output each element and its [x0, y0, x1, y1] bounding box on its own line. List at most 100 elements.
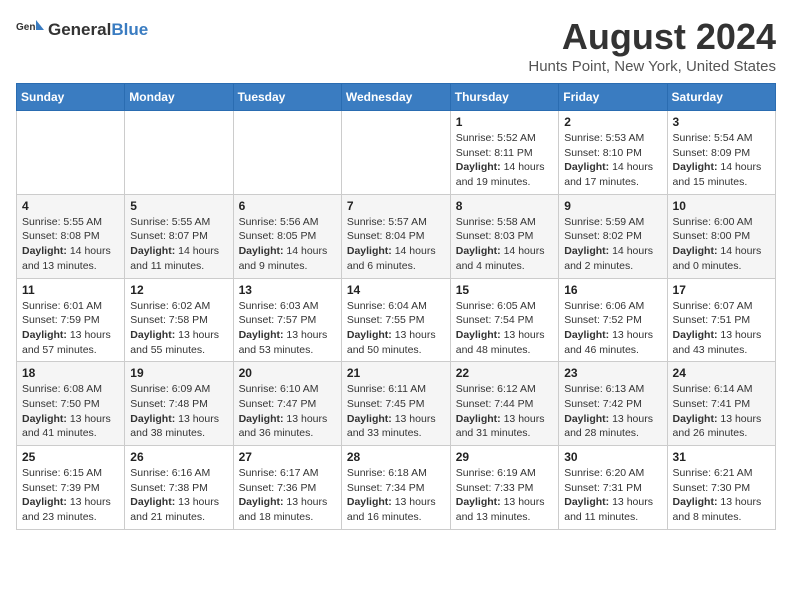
calendar-table: SundayMondayTuesdayWednesdayThursdayFrid…	[16, 83, 776, 530]
cell-info: Sunrise: 6:00 AMSunset: 8:00 PMDaylight:…	[673, 215, 770, 274]
calendar-cell: 29 Sunrise: 6:19 AMSunset: 7:33 PMDayligh…	[450, 446, 559, 530]
calendar-cell: 7Sunrise: 5:57 AMSunset: 8:04 PMDaylight…	[341, 194, 450, 278]
page-header: Gene GeneralBlue August 2024 Hunts Point…	[16, 16, 776, 75]
cell-info: Sunrise: 6:01 AMSunset: 7:59 PMDaylight:…	[22, 299, 119, 358]
day-number: 22	[456, 366, 554, 380]
day-number: 23	[564, 366, 661, 380]
day-number: 24	[673, 366, 770, 380]
cell-info: Sunrise: 6:13 AMSunset: 7:42 PMDaylight:…	[564, 382, 661, 441]
day-number: 11	[22, 283, 119, 297]
day-number: 21	[347, 366, 445, 380]
day-number: 6	[239, 199, 336, 213]
cell-info: Sunrise: 6:02 AMSunset: 7:58 PMDaylight:…	[130, 299, 227, 358]
calendar-cell: 30Sunrise: 6:20 AMSunset: 7:31 PMDayligh…	[559, 446, 667, 530]
weekday-header-cell: Thursday	[450, 84, 559, 111]
calendar-cell: 1Sunrise: 5:52 AMSunset: 8:11 PMDaylight…	[450, 111, 559, 195]
day-number: 19	[130, 366, 227, 380]
calendar-cell: 27 Sunrise: 6:17 AMSunset: 7:36 PMDayligh…	[233, 446, 341, 530]
day-number: 14	[347, 283, 445, 297]
day-number: 12	[130, 283, 227, 297]
calendar-cell	[125, 111, 233, 195]
cell-info: Sunrise: 6:12 AMSunset: 7:44 PMDaylight:…	[456, 382, 554, 441]
calendar-cell: 31 Sunrise: 6:21 AMSunset: 7:30 PMDayligh…	[667, 446, 775, 530]
weekday-header-cell: Saturday	[667, 84, 775, 111]
calendar-cell	[233, 111, 341, 195]
day-number: 18	[22, 366, 119, 380]
cell-info: Sunrise: 6:10 AMSunset: 7:47 PMDaylight:…	[239, 382, 336, 441]
calendar-cell: 21 Sunrise: 6:11 AMSunset: 7:45 PMDayligh…	[341, 362, 450, 446]
calendar-cell: 4Sunrise: 5:55 AMSunset: 8:08 PMDaylight…	[17, 194, 125, 278]
calendar-cell: 5Sunrise: 5:55 AMSunset: 8:07 PMDaylight…	[125, 194, 233, 278]
cell-info: Sunrise: 6:03 AMSunset: 7:57 PMDaylight:…	[239, 299, 336, 358]
day-number: 10	[673, 199, 770, 213]
cell-info: Sunrise: 6:19 AMSunset: 7:33 PMDaylight:…	[456, 466, 554, 525]
calendar-week-row: 25 Sunrise: 6:15 AMSunset: 7:39 PMDayligh…	[17, 446, 776, 530]
calendar-week-row: 1Sunrise: 5:52 AMSunset: 8:11 PMDaylight…	[17, 111, 776, 195]
weekday-header-cell: Friday	[559, 84, 667, 111]
day-number: 16	[564, 283, 661, 297]
day-number: 28	[347, 450, 445, 464]
day-number: 31	[673, 450, 770, 464]
calendar-cell: 9 Sunrise: 5:59 AMSunset: 8:02 PMDaylight…	[559, 194, 667, 278]
weekday-header-cell: Wednesday	[341, 84, 450, 111]
calendar-cell: 12 Sunrise: 6:02 AMSunset: 7:58 PMDayligh…	[125, 278, 233, 362]
calendar-week-row: 18 Sunrise: 6:08 AMSunset: 7:50 PMDayligh…	[17, 362, 776, 446]
cell-info: Sunrise: 6:21 AMSunset: 7:30 PMDaylight:…	[673, 466, 770, 525]
day-number: 25	[22, 450, 119, 464]
cell-info: Sunrise: 6:06 AMSunset: 7:52 PMDaylight:…	[564, 299, 661, 358]
day-number: 30	[564, 450, 661, 464]
day-number: 26	[130, 450, 227, 464]
cell-info: Sunrise: 6:14 AMSunset: 7:41 PMDaylight:…	[673, 382, 770, 441]
day-number: 17	[673, 283, 770, 297]
weekday-header-cell: Tuesday	[233, 84, 341, 111]
calendar-cell: 24 Sunrise: 6:14 AMSunset: 7:41 PMDayligh…	[667, 362, 775, 446]
calendar-cell	[17, 111, 125, 195]
calendar-cell: 26Sunrise: 6:16 AMSunset: 7:38 PMDayligh…	[125, 446, 233, 530]
weekday-header-cell: Sunday	[17, 84, 125, 111]
cell-info: Sunrise: 5:58 AMSunset: 8:03 PMDaylight:…	[456, 215, 554, 274]
calendar-cell: 11 Sunrise: 6:01 AMSunset: 7:59 PMDayligh…	[17, 278, 125, 362]
day-number: 13	[239, 283, 336, 297]
title-block: August 2024 Hunts Point, New York, Unite…	[528, 16, 776, 75]
calendar-week-row: 4Sunrise: 5:55 AMSunset: 8:08 PMDaylight…	[17, 194, 776, 278]
day-number: 8	[456, 199, 554, 213]
calendar-cell: 17 Sunrise: 6:07 AMSunset: 7:51 PMDayligh…	[667, 278, 775, 362]
calendar-cell: 14 Sunrise: 6:04 AMSunset: 7:55 PMDayligh…	[341, 278, 450, 362]
calendar-cell: 18 Sunrise: 6:08 AMSunset: 7:50 PMDayligh…	[17, 362, 125, 446]
location-title: Hunts Point, New York, United States	[528, 58, 776, 75]
day-number: 15	[456, 283, 554, 297]
cell-info: Sunrise: 5:55 AMSunset: 8:08 PMDaylight:…	[22, 215, 119, 274]
cell-info: Sunrise: 6:17 AMSunset: 7:36 PMDaylight:…	[239, 466, 336, 525]
day-number: 27	[239, 450, 336, 464]
day-number: 9	[564, 199, 661, 213]
cell-info: Sunrise: 6:15 AMSunset: 7:39 PMDaylight:…	[22, 466, 119, 525]
cell-info: Sunrise: 6:07 AMSunset: 7:51 PMDaylight:…	[673, 299, 770, 358]
cell-info: Sunrise: 5:59 AMSunset: 8:02 PMDaylight:…	[564, 215, 661, 274]
calendar-cell: 25 Sunrise: 6:15 AMSunset: 7:39 PMDayligh…	[17, 446, 125, 530]
calendar-cell: 13 Sunrise: 6:03 AMSunset: 7:57 PMDayligh…	[233, 278, 341, 362]
logo-general: GeneralBlue	[48, 20, 148, 40]
weekday-header-cell: Monday	[125, 84, 233, 111]
calendar-week-row: 11 Sunrise: 6:01 AMSunset: 7:59 PMDayligh…	[17, 278, 776, 362]
cell-info: Sunrise: 6:04 AMSunset: 7:55 PMDaylight:…	[347, 299, 445, 358]
cell-info: Sunrise: 5:57 AMSunset: 8:04 PMDaylight:…	[347, 215, 445, 274]
calendar-cell: 23 Sunrise: 6:13 AMSunset: 7:42 PMDayligh…	[559, 362, 667, 446]
day-number: 5	[130, 199, 227, 213]
calendar-cell: 8 Sunrise: 5:58 AMSunset: 8:03 PMDaylight…	[450, 194, 559, 278]
day-number: 2	[564, 115, 661, 129]
logo: Gene GeneralBlue	[16, 16, 148, 44]
calendar-cell: 19Sunrise: 6:09 AMSunset: 7:48 PMDayligh…	[125, 362, 233, 446]
calendar-cell: 6 Sunrise: 5:56 AMSunset: 8:05 PMDaylight…	[233, 194, 341, 278]
calendar-cell: 15Sunrise: 6:05 AMSunset: 7:54 PMDayligh…	[450, 278, 559, 362]
weekday-header-row: SundayMondayTuesdayWednesdayThursdayFrid…	[17, 84, 776, 111]
month-title: August 2024	[528, 16, 776, 58]
cell-info: Sunrise: 6:11 AMSunset: 7:45 PMDaylight:…	[347, 382, 445, 441]
cell-info: Sunrise: 6:08 AMSunset: 7:50 PMDaylight:…	[22, 382, 119, 441]
calendar-cell: 2Sunrise: 5:53 AMSunset: 8:10 PMDaylight…	[559, 111, 667, 195]
day-number: 3	[673, 115, 770, 129]
cell-info: Sunrise: 5:54 AMSunset: 8:09 PMDaylight:…	[673, 131, 770, 190]
calendar-cell: 16 Sunrise: 6:06 AMSunset: 7:52 PMDayligh…	[559, 278, 667, 362]
day-number: 29	[456, 450, 554, 464]
cell-info: Sunrise: 5:56 AMSunset: 8:05 PMDaylight:…	[239, 215, 336, 274]
cell-info: Sunrise: 6:18 AMSunset: 7:34 PMDaylight:…	[347, 466, 445, 525]
